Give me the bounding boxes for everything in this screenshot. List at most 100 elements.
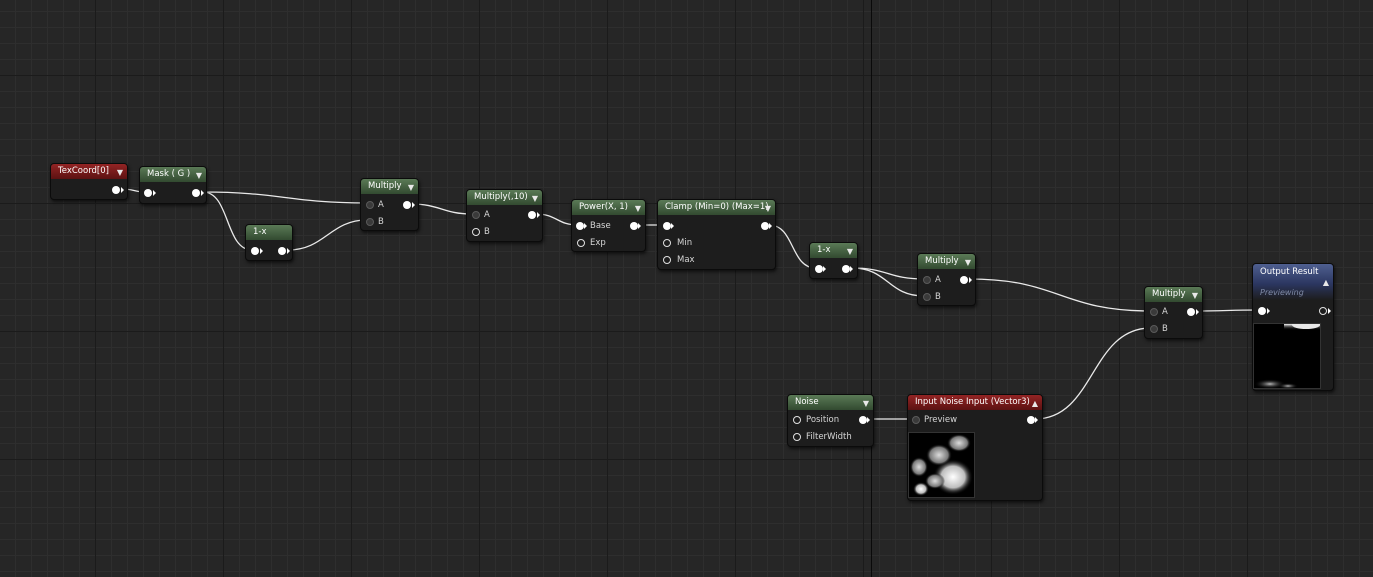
material-graph-canvas[interactable]: TexCoord[0] ▼ Mask ( G ) ▼ 1-x Multiply ▼ A…	[0, 0, 1373, 577]
input-pin-exp[interactable]	[577, 239, 585, 247]
pin-arrow-icon	[412, 202, 415, 208]
chevron-down-icon[interactable]: ▼	[965, 255, 971, 270]
input-pin[interactable]	[663, 222, 671, 230]
pin-arrow-icon	[638, 223, 641, 229]
input-pin-a[interactable]	[923, 276, 931, 284]
node-title: Multiply(,10)	[474, 192, 528, 202]
pin-label-position: Position	[806, 415, 840, 425]
node-one-minus-1[interactable]: 1-x	[245, 224, 293, 261]
pin-label-max: Max	[677, 255, 695, 265]
node-multiply-2[interactable]: Multiply ▼ A B	[917, 253, 976, 306]
pin-label-a: A	[935, 275, 941, 285]
output-pin[interactable]	[1027, 416, 1035, 424]
input-pin-b[interactable]	[472, 228, 480, 236]
pin-label-a: A	[1162, 307, 1168, 317]
node-one-minus-2[interactable]: 1-x ▼	[809, 242, 858, 279]
chevron-up-icon[interactable]: ▲	[1323, 278, 1329, 287]
wire-inputnoise-multiply3[interactable]	[1034, 327, 1152, 420]
node-title: Output Result	[1260, 267, 1319, 277]
output-pin[interactable]	[112, 186, 120, 194]
node-multiply-3[interactable]: Multiply ▼ A B	[1144, 286, 1203, 339]
chevron-down-icon[interactable]: ▼	[117, 165, 123, 180]
pin-label-b: B	[935, 292, 941, 302]
pin-arrow-icon	[537, 212, 540, 218]
wire-oneminus1-multiply1-b[interactable]	[287, 219, 368, 251]
pin-arrow-icon	[287, 248, 290, 254]
chevron-down-icon[interactable]: ▼	[635, 201, 641, 216]
node-title: 1-x	[817, 245, 831, 255]
chevron-down-icon[interactable]: ▼	[532, 191, 538, 206]
chevron-down-icon[interactable]: ▼	[847, 244, 853, 259]
pin-arrow-icon	[584, 223, 587, 229]
pin-label-base: Base	[590, 221, 611, 231]
output-pin[interactable]	[630, 222, 638, 230]
input-pin-max[interactable]	[663, 256, 671, 264]
chevron-down-icon[interactable]: ▼	[408, 180, 414, 195]
wire-multiply1-multiply10[interactable]	[410, 203, 473, 215]
chevron-down-icon[interactable]: ▼	[765, 201, 771, 216]
pin-arrow-icon	[850, 266, 853, 272]
node-multiply-10[interactable]: Multiply(,10) ▼ A B	[466, 189, 543, 242]
node-texcoord[interactable]: TexCoord[0] ▼	[50, 163, 128, 200]
input-pin-b[interactable]	[366, 218, 374, 226]
node-title: Clamp (Min=0) (Max=1)	[665, 202, 769, 212]
input-pin-min[interactable]	[663, 239, 671, 247]
node-noise[interactable]: Noise ▼ Position FilterWidth	[787, 394, 874, 447]
input-pin-a[interactable]	[472, 211, 480, 219]
input-pin-b[interactable]	[923, 293, 931, 301]
input-pin[interactable]	[815, 265, 823, 273]
output-pin[interactable]	[403, 201, 411, 209]
pin-arrow-icon	[1328, 308, 1331, 314]
node-multiply-1[interactable]: Multiply ▼ A B	[360, 178, 419, 231]
pin-label-min: Min	[677, 238, 693, 248]
input-pin-a[interactable]	[1150, 308, 1158, 316]
wire-multiply2-multiply3[interactable]	[968, 278, 1152, 312]
output-pin[interactable]	[528, 211, 536, 219]
pin-label-exp: Exp	[590, 238, 606, 248]
input-pin[interactable]	[144, 189, 152, 197]
node-clamp[interactable]: Clamp (Min=0) (Max=1) ▼ Min Max	[657, 199, 776, 270]
node-input-noise[interactable]: Input Noise Input (Vector3) ▲ Preview	[907, 394, 1043, 501]
chevron-down-icon[interactable]: ▼	[863, 396, 869, 411]
output-pin[interactable]	[1187, 308, 1195, 316]
output-pin[interactable]	[278, 247, 286, 255]
input-pin-b[interactable]	[1150, 325, 1158, 333]
input-pin-filterwidth[interactable]	[793, 433, 801, 441]
node-mask[interactable]: Mask ( G ) ▼	[139, 166, 207, 204]
node-title: Noise	[795, 397, 819, 407]
output-pin[interactable]	[842, 265, 850, 273]
output-pin[interactable]	[859, 416, 867, 424]
input-pin[interactable]	[1258, 307, 1266, 315]
output-pin[interactable]	[1319, 307, 1327, 315]
pin-arrow-icon	[1035, 417, 1038, 423]
wire-multiply3-output[interactable]	[1194, 309, 1260, 312]
input-pin-preview[interactable]	[912, 416, 920, 424]
previewing-label: Previewing	[1260, 288, 1304, 297]
pin-arrow-icon	[769, 223, 772, 229]
wire-mask-multiply1-a[interactable]	[202, 191, 368, 204]
input-pin-position[interactable]	[793, 416, 801, 424]
node-output-result[interactable]: Output Result Previewing ▲	[1252, 263, 1334, 391]
wire-oneminus2-multiply2-a[interactable]	[851, 267, 925, 280]
node-power[interactable]: Power(X, 1) ▼ Base Exp	[571, 199, 646, 252]
pin-label-b: B	[378, 217, 384, 227]
output-pin[interactable]	[761, 222, 769, 230]
input-pin[interactable]	[251, 247, 259, 255]
input-pin-base[interactable]	[576, 222, 584, 230]
pin-label-filterwidth: FilterWidth	[806, 432, 852, 442]
pin-arrow-icon	[969, 277, 972, 283]
output-pin[interactable]	[960, 276, 968, 284]
pin-label-preview: Preview	[924, 415, 958, 425]
pin-label-b: B	[484, 227, 490, 237]
node-title: TexCoord[0]	[58, 166, 109, 176]
noise-preview-thumbnail	[908, 432, 975, 498]
wire-oneminus2-multiply2-b[interactable]	[851, 267, 925, 297]
output-pin[interactable]	[192, 189, 200, 197]
chevron-up-icon[interactable]: ▲	[1032, 396, 1038, 411]
input-pin-a[interactable]	[366, 201, 374, 209]
pin-arrow-icon	[201, 190, 204, 196]
pin-arrow-icon	[1196, 309, 1199, 315]
chevron-down-icon[interactable]: ▼	[196, 168, 202, 183]
chevron-down-icon[interactable]: ▼	[1192, 288, 1198, 303]
pin-arrow-icon	[671, 223, 674, 229]
